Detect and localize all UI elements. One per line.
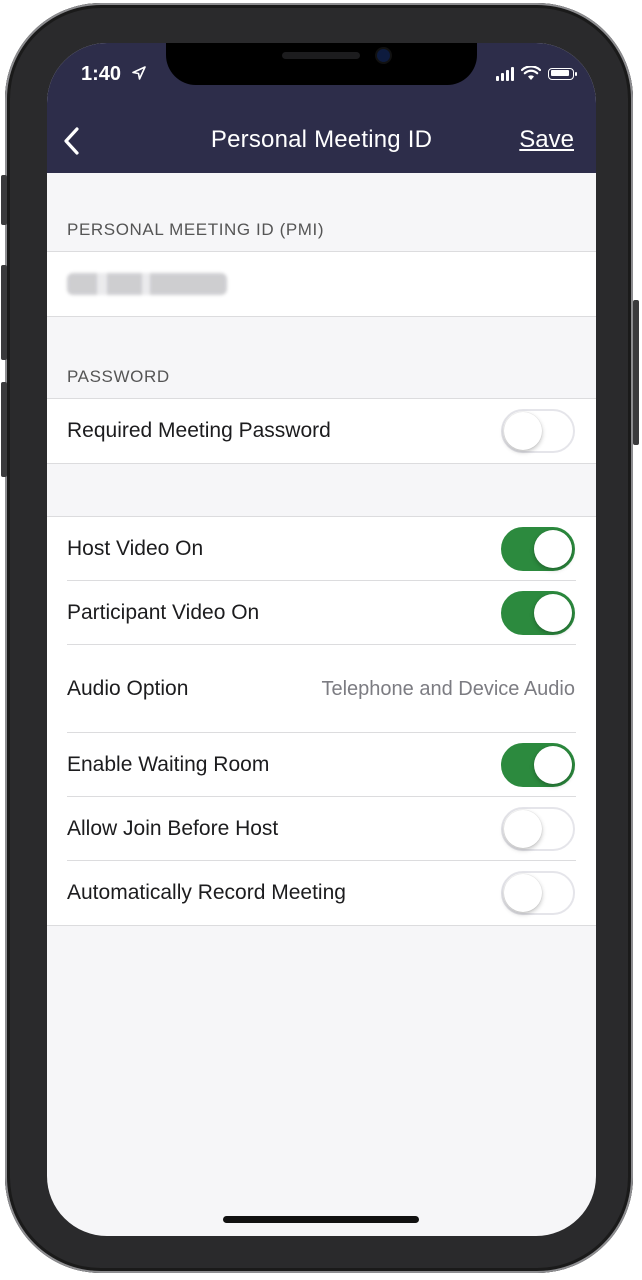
toggle-knob bbox=[534, 746, 572, 784]
auto-record-label: Automatically Record Meeting bbox=[67, 881, 346, 904]
host-video-label: Host Video On bbox=[67, 537, 204, 560]
join-before-host-label: Allow Join Before Host bbox=[67, 817, 279, 840]
wifi-icon bbox=[521, 66, 541, 80]
join-before-host-row: Allow Join Before Host bbox=[47, 797, 596, 861]
participant-video-row: Participant Video On bbox=[47, 581, 596, 645]
host-video-row: Host Video On bbox=[47, 517, 596, 581]
save-button[interactable]: Save bbox=[519, 126, 574, 154]
pmi-section-label: PERSONAL MEETING ID (PMI) bbox=[67, 220, 325, 239]
waiting-room-row: Enable Waiting Room bbox=[47, 733, 596, 797]
participant-video-toggle[interactable] bbox=[501, 591, 575, 635]
required-password-row: Required Meeting Password bbox=[47, 399, 596, 463]
required-password-toggle[interactable] bbox=[501, 409, 575, 453]
pmi-value-row bbox=[47, 252, 596, 316]
toggle-knob bbox=[504, 874, 542, 912]
mute-switch bbox=[1, 175, 7, 225]
required-password-label: Required Meeting Password bbox=[67, 419, 331, 442]
home-indicator[interactable] bbox=[223, 1216, 419, 1223]
password-group: Required Meeting Password bbox=[47, 398, 596, 464]
power-button bbox=[633, 300, 639, 445]
waiting-room-label: Enable Waiting Room bbox=[67, 753, 270, 776]
join-before-host-toggle[interactable] bbox=[501, 807, 575, 851]
toggle-knob bbox=[534, 594, 572, 632]
audio-option-label: Audio Option bbox=[67, 677, 189, 700]
front-camera bbox=[377, 49, 390, 62]
pmi-value-blurred bbox=[67, 273, 227, 295]
auto-record-row: Automatically Record Meeting bbox=[47, 861, 596, 925]
volume-up-button bbox=[1, 265, 7, 360]
participant-video-label: Participant Video On bbox=[67, 601, 260, 624]
waiting-room-toggle[interactable] bbox=[501, 743, 575, 787]
toggle-knob bbox=[504, 412, 542, 450]
audio-option-row[interactable]: Audio Option Telephone and Device Audio bbox=[47, 645, 596, 733]
speaker bbox=[282, 52, 360, 59]
audio-option-value: Telephone and Device Audio bbox=[321, 677, 575, 700]
auto-record-toggle[interactable] bbox=[501, 871, 575, 915]
settings-content: PERSONAL MEETING ID (PMI) PASSWORD Requi… bbox=[47, 173, 596, 926]
volume-down-button bbox=[1, 382, 7, 477]
notch bbox=[166, 43, 477, 85]
page-title: Personal Meeting ID bbox=[210, 126, 433, 153]
meeting-options-group: Host Video On Participant Video On Audio… bbox=[47, 516, 596, 926]
phone-screen: 1:40 Personal Meeting ID Save PERSONAL M… bbox=[47, 43, 596, 1236]
battery-icon bbox=[548, 67, 577, 80]
status-time: 1:40 bbox=[81, 63, 122, 85]
host-video-toggle[interactable] bbox=[501, 527, 575, 571]
cellular-signal-icon bbox=[496, 66, 514, 81]
pmi-group bbox=[47, 251, 596, 317]
status-icons bbox=[496, 66, 577, 81]
toggle-knob bbox=[504, 810, 542, 848]
location-arrow-icon bbox=[132, 66, 146, 80]
toggle-knob bbox=[534, 530, 572, 568]
password-section-label: PASSWORD bbox=[67, 367, 170, 386]
